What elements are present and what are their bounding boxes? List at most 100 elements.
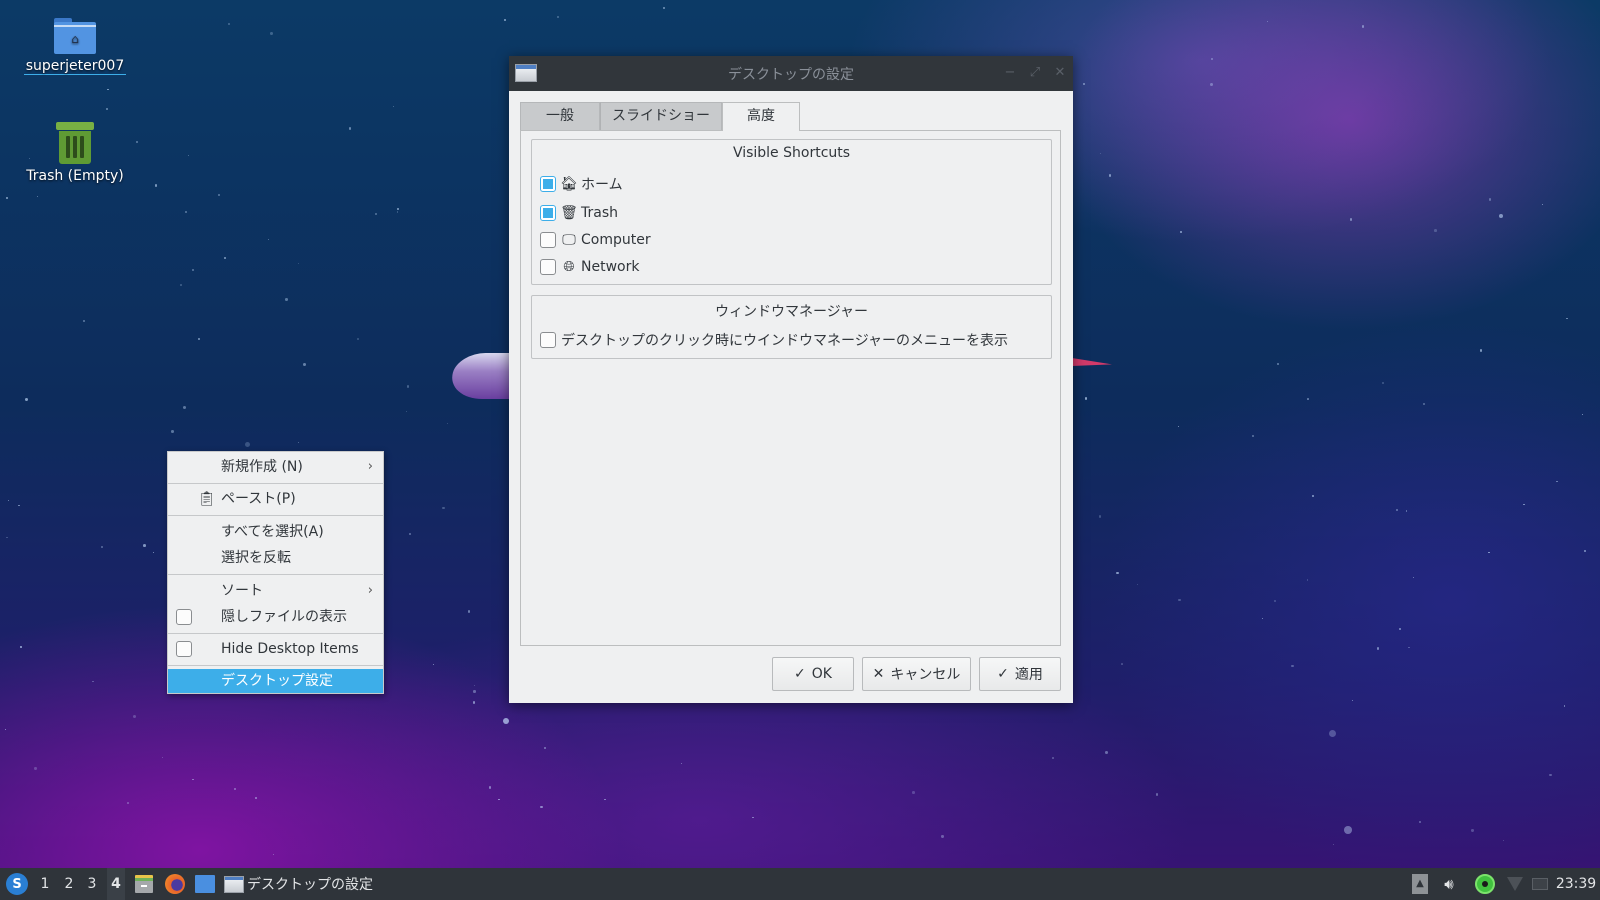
star [192,778,195,781]
star [1136,583,1139,585]
ok-button[interactable]: ✓ OK [772,657,854,691]
button-label: 適用 [1014,667,1043,683]
star [269,32,273,36]
star [1398,628,1401,630]
star [1332,844,1334,846]
application-menu-button[interactable]: S [3,868,31,900]
desktop-icon-label: superjeter007 [23,58,127,75]
menu-item-show-hidden[interactable]: 隠しファイルの表示 [168,605,383,629]
maximize-button[interactable]: ⤢ [1026,64,1044,82]
quicklaunch-firefox[interactable] [163,868,187,900]
tab-slideshow[interactable]: スライドショー [600,102,722,130]
star [604,798,606,801]
menu-separator [168,633,383,634]
star [1434,229,1437,232]
volume-icon: 🔊︎ [1444,875,1454,893]
tray-keyboard[interactable] [1530,868,1550,900]
star [751,816,754,819]
shortcut-option-home[interactable]: 🏠︎ ホーム [540,174,623,194]
menu-separator [168,483,383,484]
tab-general[interactable]: 一般 [520,102,600,130]
cancel-button[interactable]: ✕ キャンセル [862,657,971,691]
star [1523,503,1525,506]
shortcut-option-network[interactable]: 🌐︎ Network [540,257,639,277]
menu-item-new[interactable]: 新規作成 (N) › [168,455,383,479]
menu-item-paste[interactable]: 📋︎ ペースト(P) [168,487,383,511]
star [1395,508,1398,511]
checkbox[interactable] [540,232,556,248]
network-globe-icon: 🌐︎ [563,259,575,275]
star [1209,82,1213,86]
group-title: Visible Shortcuts [732,145,851,161]
star [1583,550,1586,553]
star [5,196,8,200]
star [20,646,22,648]
star [1423,402,1426,405]
workspace-2[interactable]: 2 [60,868,78,900]
star [132,715,136,719]
checkbox[interactable] [540,205,556,221]
tray-volume[interactable]: 🔊︎ [1438,868,1460,900]
menu-item-desktop-settings[interactable]: デスクトップ設定 [168,669,383,693]
quicklaunch-file-manager[interactable] [133,868,155,900]
star [198,337,201,341]
star [472,701,475,704]
checkbox[interactable] [176,609,192,625]
star [107,88,110,91]
tray-wifi[interactable] [1504,868,1526,900]
button-label: OK [811,666,832,682]
menu-item-invert-selection[interactable]: 選択を反転 [168,546,383,570]
star [1311,495,1314,498]
tray-removable-media[interactable]: ▲ [1410,868,1430,900]
star [941,835,944,838]
workspace-3[interactable]: 3 [83,868,101,900]
quicklaunch-show-desktop[interactable] [193,868,217,900]
close-button[interactable]: ✕ [1051,64,1069,82]
star [467,610,471,613]
workspace-4[interactable]: 4 [107,868,125,900]
star [285,298,289,301]
star [1349,218,1352,221]
task-button-desktop-settings[interactable]: デスクトップの設定 [224,868,394,900]
star [34,767,37,770]
desktop-settings-dialog: デスクトップの設定 − ⤢ ✕ 一般 スライドショー 高度 Visible Sh… [509,56,1073,703]
apply-button[interactable]: ✓ 適用 [979,657,1061,691]
star [254,796,257,799]
star [407,385,410,388]
checkbox[interactable] [540,332,556,348]
star [1121,663,1124,666]
star [18,504,21,507]
shortcut-option-trash[interactable]: 🗑︎ Trash [540,203,618,223]
title-bar[interactable]: デスクトップの設定 − ⤢ ✕ [509,56,1073,91]
star [298,263,300,265]
star [1273,599,1277,603]
star [442,506,445,510]
star [348,127,352,130]
computer-icon: 🖵 [562,232,576,248]
checkbox[interactable] [540,259,556,275]
window-manager-group: ウィンドウマネージャー デスクトップのクリック時にウインドウマネージャーのメニュ… [531,295,1052,359]
menu-item-sort[interactable]: ソート › [168,579,383,603]
tray-network-manager[interactable] [1473,868,1497,900]
menu-item-select-all[interactable]: すべてを選択(A) [168,520,383,544]
check-icon: ✓ [794,666,806,682]
menu-item-label: Hide Desktop Items [221,641,359,657]
window-app-icon [224,875,244,893]
tab-advanced[interactable]: 高度 [722,102,800,131]
menu-item-hide-desktop-items[interactable]: Hide Desktop Items [168,637,383,661]
star [171,429,175,433]
wm-menu-option[interactable]: デスクトップのクリック時にウインドウマネージャーのメニューを表示 [540,330,1008,350]
desktop-icon-trash[interactable]: Trash (Empty) [20,122,130,184]
star [217,193,220,197]
minimize-button[interactable]: − [1001,64,1019,82]
workspace-1[interactable]: 1 [36,868,54,900]
checkbox[interactable] [540,176,556,192]
star [432,663,434,666]
shortcut-option-computer[interactable]: 🖵 Computer [540,230,651,250]
clock[interactable]: 23:39 [1555,868,1597,900]
desktop-icon-home[interactable]: ⌂ superjeter007 [20,18,130,75]
checkbox[interactable] [176,641,192,657]
desktop-icon-label: Trash (Empty) [26,168,124,184]
star [180,284,182,286]
network-status-icon [1475,874,1495,894]
